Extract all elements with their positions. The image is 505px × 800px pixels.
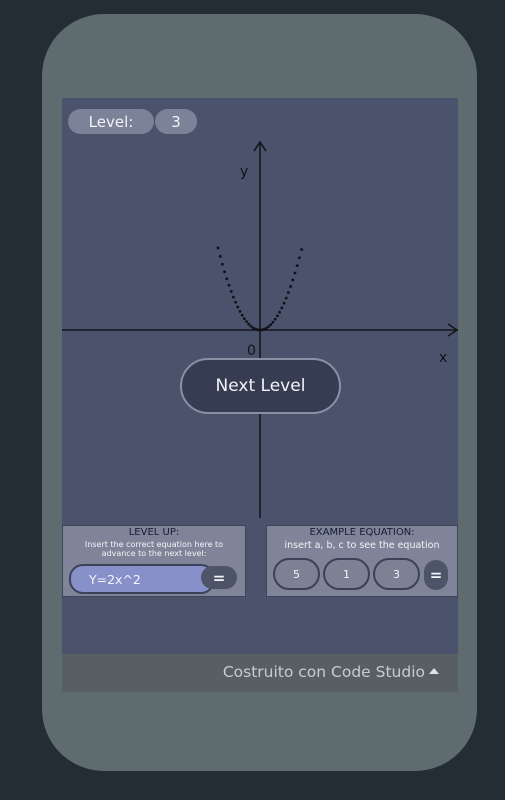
- curve-point: [278, 310, 281, 314]
- curve-point: [225, 277, 229, 281]
- curve-point: [236, 305, 240, 309]
- curve-point: [247, 322, 251, 326]
- curve-point: [234, 300, 238, 304]
- curve-point: [269, 323, 273, 326]
- level-label: Level:: [68, 109, 154, 134]
- curve-point: [271, 320, 275, 324]
- coefficient-b-input[interactable]: 1: [323, 558, 370, 590]
- curve-point: [229, 290, 233, 293]
- curve-point: [291, 278, 295, 282]
- y-axis-label: y: [240, 164, 248, 180]
- curve-point: [221, 262, 224, 266]
- curve-point: [245, 320, 249, 324]
- example-equation-description: insert a, b, c to see the equation: [284, 540, 440, 551]
- level-up-panel: LEVEL UP: Insert the correct equation he…: [62, 525, 246, 597]
- curve-point: [273, 317, 277, 321]
- footer-bar: Costruito con Code Studio: [62, 654, 458, 692]
- caret-up-icon[interactable]: [429, 668, 439, 674]
- example-equation-title: EXAMPLE EQUATION:: [309, 527, 415, 538]
- curve-point: [276, 314, 279, 318]
- level-value: 3: [155, 109, 197, 134]
- next-level-button[interactable]: Next Level: [180, 358, 341, 414]
- curve-point: [289, 285, 292, 288]
- origin-label: 0: [247, 343, 256, 359]
- curve-point: [284, 296, 288, 300]
- curve-point: [232, 295, 235, 299]
- footer-credit[interactable]: Costruito con Code Studio: [223, 663, 425, 681]
- curve-point: [243, 317, 246, 321]
- curve-point: [216, 246, 220, 250]
- curve-point: [223, 270, 227, 274]
- curve-point: [293, 271, 297, 275]
- curve-point: [287, 291, 290, 294]
- example-equation-panel: EXAMPLE EQUATION: insert a, b, c to see …: [266, 525, 458, 597]
- curve-point: [280, 306, 284, 310]
- show-equation-button[interactable]: =: [424, 560, 448, 590]
- x-axis-label: x: [439, 350, 447, 366]
- curve-point: [295, 264, 299, 268]
- app-screen: y x 0 Level: 3 Next Level LEVEL UP: Inse…: [62, 98, 458, 692]
- curve-point: [267, 325, 270, 328]
- curve-point: [282, 301, 286, 305]
- curve-point: [300, 248, 303, 251]
- curve-point: [218, 254, 222, 258]
- submit-equation-button[interactable]: =: [201, 566, 237, 589]
- curve-point: [240, 313, 244, 317]
- curve-point: [238, 309, 242, 313]
- curve-point: [227, 283, 231, 287]
- curve-point: [298, 256, 301, 260]
- coefficient-a-input[interactable]: 5: [273, 558, 320, 590]
- equation-input[interactable]: Y=2x^2: [69, 564, 215, 594]
- coefficient-c-input[interactable]: 3: [373, 558, 420, 590]
- level-up-title: LEVEL UP:: [128, 527, 180, 538]
- level-up-description: Insert the correct equation here to adva…: [84, 540, 224, 558]
